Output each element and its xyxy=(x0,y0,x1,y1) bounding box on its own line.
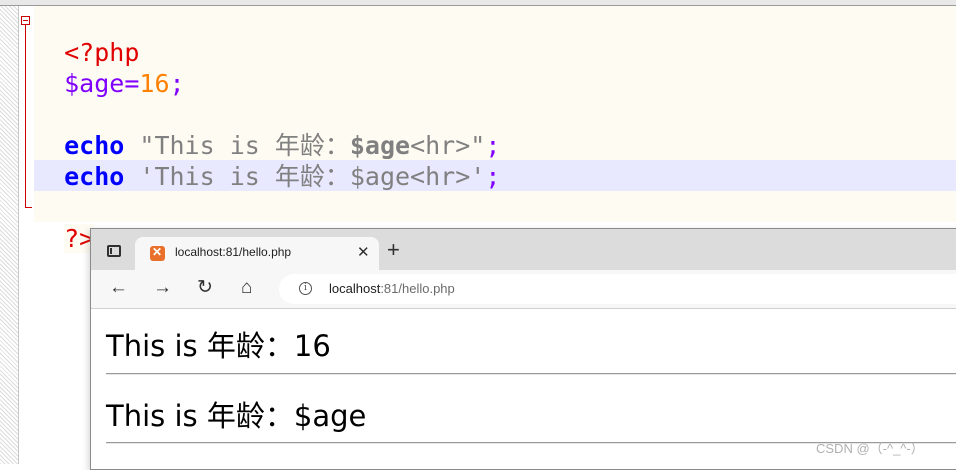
csdn-watermark: CSDN @（-^_^-） xyxy=(816,441,924,456)
tab-hello-php[interactable]: localhost:81/hello.php ✕ xyxy=(135,237,379,270)
fold-margin xyxy=(20,6,34,464)
fold-range-end xyxy=(25,207,32,208)
site-info-icon[interactable]: i xyxy=(299,282,312,295)
new-tab-icon[interactable]: + xyxy=(387,239,400,261)
code-line-open-tag[interactable]: <?php xyxy=(34,6,139,67)
browser-toolbar: ← → ↻ ⌂ i localhost:81/hello.php xyxy=(91,270,956,309)
line-number-gutter xyxy=(0,6,18,464)
code-line-assignment[interactable]: $age=16; xyxy=(34,37,184,98)
tab-actions-icon[interactable] xyxy=(107,245,121,257)
back-arrow-icon[interactable]: ← xyxy=(109,278,128,298)
gutter-divider xyxy=(18,6,19,464)
single-quoted-string: 'This is 年龄：$age<hr>' xyxy=(139,162,486,191)
fold-range-line xyxy=(25,25,26,208)
xampp-favicon-icon xyxy=(150,245,165,261)
semicolon: ; xyxy=(485,162,501,191)
url-text: localhost:81/hello.php xyxy=(329,281,455,296)
tab-strip: localhost:81/hello.php ✕ + xyxy=(91,229,956,270)
code-line-echo-double[interactable]: echo "This is 年龄：$age<hr>"; xyxy=(34,99,500,160)
url-path: :81/hello.php xyxy=(380,281,455,296)
browser-window: localhost:81/hello.php ✕ + ← → ↻ ⌂ i loc… xyxy=(90,228,956,470)
forward-arrow-icon[interactable]: → xyxy=(153,278,172,298)
output-line-1: This is 年龄：16 xyxy=(106,329,331,363)
output-line-2: This is 年龄：$age xyxy=(106,399,367,433)
variable-age: $age xyxy=(64,69,125,98)
address-bar[interactable]: i localhost:81/hello.php xyxy=(279,274,956,304)
code-line-echo-single[interactable]: echo 'This is 年龄：$age<hr>'; xyxy=(34,130,500,191)
tab-title: localhost:81/hello.php xyxy=(175,245,292,259)
fold-toggle-icon[interactable] xyxy=(21,16,30,25)
assign-operator: = xyxy=(124,69,140,98)
number-literal: 16 xyxy=(139,69,170,98)
url-host: localhost xyxy=(329,281,381,296)
echo-keyword: echo xyxy=(64,162,125,191)
reload-icon[interactable]: ↻ xyxy=(197,278,213,298)
home-icon[interactable]: ⌂ xyxy=(241,278,252,298)
semicolon: ; xyxy=(169,69,185,98)
code-line-close-tag[interactable]: ?> xyxy=(34,192,95,253)
close-tab-icon[interactable]: ✕ xyxy=(357,243,370,261)
horizontal-rule-1 xyxy=(106,373,956,375)
